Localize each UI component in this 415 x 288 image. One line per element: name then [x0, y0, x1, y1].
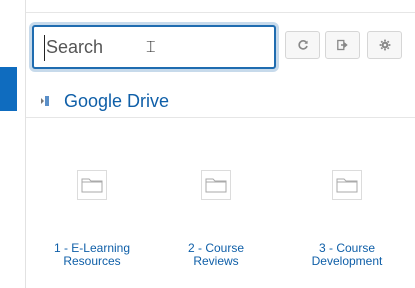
- ibeam-cursor-icon: ⌶: [146, 37, 156, 56]
- settings-button[interactable]: [367, 31, 402, 59]
- tree-expand-icon[interactable]: [40, 95, 50, 107]
- repository-header[interactable]: Google Drive: [40, 88, 169, 114]
- folder-thumbnail[interactable]: [201, 170, 231, 200]
- folder-label-line2: Reviews: [193, 254, 239, 268]
- search-input[interactable]: [41, 33, 272, 61]
- refresh-button[interactable]: [285, 31, 320, 59]
- folder-item[interactable]: 2 - Course Reviews: [166, 170, 266, 268]
- folder-label-line2: Resources: [63, 254, 121, 268]
- search-box[interactable]: ⌶: [32, 25, 276, 69]
- folder-icon: [81, 178, 103, 193]
- folder-item[interactable]: 3 - Course Development: [297, 170, 397, 268]
- text-caret: [44, 35, 45, 61]
- repository-title[interactable]: Google Drive: [64, 91, 169, 112]
- top-divider: [26, 12, 415, 13]
- sidebar: [0, 0, 26, 288]
- folder-label[interactable]: 2 - Course Reviews: [166, 242, 266, 268]
- header-divider: [26, 117, 415, 118]
- folder-label-line2: Development: [311, 254, 383, 268]
- gear-icon: [379, 39, 390, 51]
- folder-thumbnail[interactable]: [77, 170, 107, 200]
- folder-icon: [336, 178, 358, 193]
- logout-icon: [336, 39, 348, 51]
- refresh-icon: [297, 40, 308, 50]
- folder-label[interactable]: 3 - Course Development: [297, 242, 397, 268]
- logout-button[interactable]: [325, 31, 360, 59]
- folder-icon: [205, 178, 227, 193]
- sidebar-active-marker[interactable]: [0, 67, 17, 111]
- folder-label[interactable]: 1 - E-Learning Resources: [42, 242, 142, 268]
- folder-item[interactable]: 1 - E-Learning Resources: [42, 170, 142, 268]
- folder-thumbnail[interactable]: [332, 170, 362, 200]
